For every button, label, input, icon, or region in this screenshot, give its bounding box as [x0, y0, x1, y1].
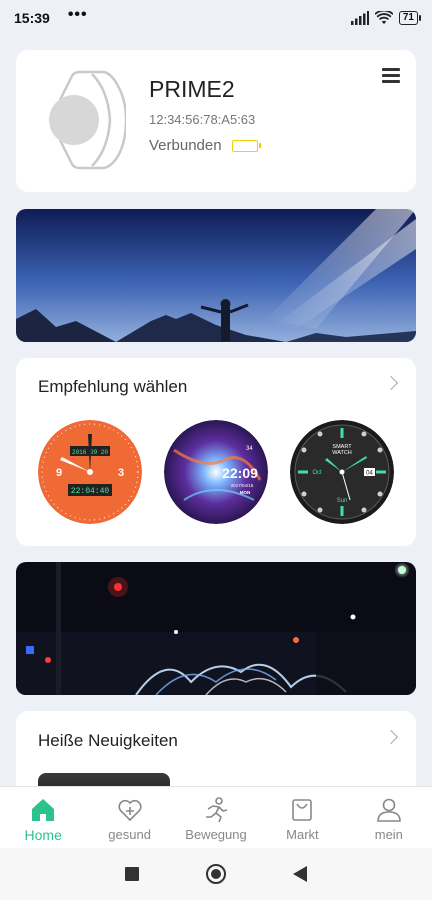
home-button[interactable]	[205, 863, 227, 885]
system-navigation-bar	[0, 848, 432, 900]
nav-label-home: Home	[24, 827, 62, 843]
device-name: PRIME2	[149, 76, 235, 102]
circle-icon	[206, 864, 226, 884]
chevron-right-icon[interactable]	[383, 375, 399, 391]
home-icon	[32, 799, 55, 821]
watch-face-orange[interactable]: 2016 09 20 22:04:40 9 3	[38, 420, 142, 524]
face3-date: 04	[366, 471, 373, 477]
section-title-recommendations: Empfehlung wählen	[38, 377, 188, 396]
nav-label-markt: Markt	[286, 827, 319, 842]
svg-text:3: 3	[118, 467, 124, 479]
device-battery-icon	[231, 139, 261, 152]
nav-label-gesund: gesund	[108, 827, 151, 842]
nav-gesund[interactable]: gesund	[86, 787, 172, 848]
signal-icon	[350, 11, 369, 25]
bottom-navigation: Home gesund Bewegung Markt mein	[0, 786, 432, 848]
face3-day: Sun	[337, 498, 348, 504]
face2-hour-label: 34	[246, 446, 253, 452]
nav-mein[interactable]: mein	[346, 787, 432, 848]
face2-time: 22:09	[222, 465, 258, 481]
nav-markt[interactable]: Markt	[259, 787, 345, 848]
banner-mountain-image	[16, 209, 416, 342]
banner-night-city-image	[16, 562, 416, 695]
status-bar: 15:39 ••• 71	[0, 0, 432, 36]
device-mac-address: 12:34:56:78:A5:63	[149, 112, 256, 127]
watch-face-galaxy-graphic: 34 22:09 2017/04/16 MON	[164, 420, 268, 524]
shopping-bag-icon	[292, 799, 313, 821]
watch-face-smartwatch[interactable]: SMART WATCH Oct 04 Sun	[290, 420, 394, 524]
square-icon	[125, 867, 139, 881]
menu-icon[interactable]	[382, 68, 400, 83]
watch-face-recommendations: Empfehlung wählen 2016 09 20 22:04:40 9 …	[16, 358, 416, 546]
watch-face-galaxy[interactable]: 34 22:09 2017/04/16 MON	[164, 420, 268, 524]
nav-label-mein: mein	[374, 827, 403, 842]
svg-text:9: 9	[56, 467, 62, 479]
section-title-news: Heiße Neuigkeiten	[38, 731, 178, 750]
face1-digital-time: 22:04:40	[71, 487, 110, 496]
watch-face-smartwatch-graphic: SMART WATCH Oct 04 Sun	[290, 420, 394, 524]
heart-plus-icon	[118, 799, 142, 822]
status-icons: 71	[350, 11, 422, 25]
back-button[interactable]	[293, 866, 307, 882]
wifi-icon	[374, 11, 393, 24]
running-icon	[206, 797, 228, 823]
status-time: 15:39	[14, 10, 50, 26]
face3-month: Oct	[312, 470, 322, 476]
nav-bewegung[interactable]: Bewegung	[173, 787, 259, 848]
face2-day: MON	[240, 490, 251, 495]
face3-brand-line2: WATCH	[332, 450, 352, 456]
notification-dots: •••	[67, 6, 88, 23]
connection-status: Verbunden	[149, 137, 261, 154]
banner-night-city[interactable]	[16, 562, 416, 695]
device-card[interactable]: PRIME2 12:34:56:78:A5:63 Verbunden	[16, 50, 416, 192]
watch-icon	[49, 70, 126, 170]
banner-mountain[interactable]	[16, 209, 416, 342]
nav-label-bewegung: Bewegung	[185, 827, 247, 842]
triangle-back-icon	[293, 866, 307, 882]
face2-date: 2017/04/16	[231, 483, 254, 488]
chevron-right-icon[interactable]	[383, 729, 399, 745]
watch-face-orange-graphic: 2016 09 20 22:04:40 9 3	[38, 420, 142, 524]
nav-home[interactable]: Home	[0, 787, 86, 848]
battery-indicator: 71	[398, 11, 422, 25]
connection-status-label: Verbunden	[149, 137, 222, 154]
recent-apps-button[interactable]	[125, 867, 139, 881]
user-icon	[377, 798, 401, 822]
